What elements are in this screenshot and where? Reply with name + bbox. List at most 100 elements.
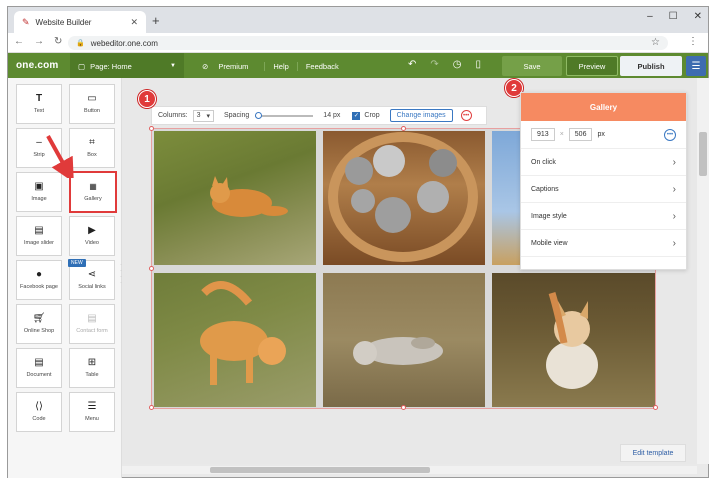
spacing-slider[interactable] xyxy=(255,111,314,119)
undo-icon[interactable]: ↶ xyxy=(408,59,416,70)
widget-gallery[interactable]: ▦ Gallery xyxy=(69,171,117,213)
document-icon: ▤ xyxy=(34,357,44,368)
playing-kitten-photo xyxy=(200,281,286,385)
table-icon: ⊞ xyxy=(87,357,97,368)
slider-knob[interactable] xyxy=(255,111,263,119)
gallery-settings-panel: Gallery 913 × 506 px ••• On click › Capti… xyxy=(520,92,687,270)
chevron-right-icon: › xyxy=(672,156,676,168)
tab-title: Website Builder xyxy=(35,17,92,27)
url-field[interactable]: 🔒 webeditor.one.com xyxy=(68,36,668,50)
crop-toggle[interactable]: ✓ Crop xyxy=(352,111,380,120)
step-marker-1: 1 xyxy=(138,90,156,108)
size-row: 913 × 506 px ••• xyxy=(521,121,686,149)
chevron-right-icon: › xyxy=(672,210,676,222)
help-link[interactable]: Help xyxy=(265,61,298,71)
resize-handle-l[interactable] xyxy=(149,266,154,271)
facebook-icon: ● xyxy=(35,269,43,280)
reload-icon[interactable]: ↻ xyxy=(54,36,62,47)
browser-tab[interactable]: ✎ Website Builder ✕ xyxy=(14,11,146,33)
maximize-icon[interactable]: ☐ xyxy=(669,11,678,22)
widget-document[interactable]: ▤ Document xyxy=(16,348,62,388)
widget-code[interactable]: ⟨⟩ Code xyxy=(16,392,62,432)
chevron-down-icon: ▾ xyxy=(206,112,210,120)
sitting-kitten-photo xyxy=(546,291,598,389)
columns-select[interactable]: 3 ▾ xyxy=(192,109,214,122)
redo-icon[interactable]: ↷ xyxy=(430,59,438,70)
settings-menu-button[interactable]: ☰ xyxy=(686,56,706,76)
history-icon[interactable]: ◷ xyxy=(453,59,462,70)
captions-row[interactable]: Captions › xyxy=(521,176,686,203)
resize-handle-tl[interactable] xyxy=(149,126,154,131)
gallery-image-1[interactable] xyxy=(154,131,316,265)
code-icon: ⟨⟩ xyxy=(35,401,43,412)
checkbox-icon[interactable]: ✓ xyxy=(352,111,361,120)
mobile-view-row[interactable]: Mobile view › xyxy=(521,230,686,257)
slider-icon: ▤ xyxy=(34,225,44,236)
widget-table[interactable]: ⊞ Table xyxy=(69,348,115,388)
top-menu: ⊘ Premium Help Feedback xyxy=(194,53,347,79)
image-style-row[interactable]: Image style › xyxy=(521,203,686,230)
mobile-view-icon[interactable]: ▯ xyxy=(476,59,482,70)
edit-template-button[interactable]: Edit template xyxy=(620,444,686,462)
box-icon: ⌗ xyxy=(89,137,95,148)
close-window-icon[interactable]: ✕ xyxy=(694,11,702,22)
gallery-image-6[interactable] xyxy=(492,273,655,407)
widget-facebook-page[interactable]: ● Facebook page xyxy=(16,260,62,300)
premium-link[interactable]: ⊘ Premium xyxy=(194,61,266,71)
spacing-value: 14 px xyxy=(323,112,341,119)
widget-text[interactable]: T Text xyxy=(16,84,62,124)
spacing-label: Spacing xyxy=(224,112,250,119)
change-images-button[interactable]: Change images xyxy=(389,109,453,122)
gallery-toolbar: Columns: 3 ▾ Spacing 14 px ✓ Crop Change i… xyxy=(151,106,487,125)
dropdown-icon: ▼ xyxy=(170,63,176,69)
resize-handle-t[interactable] xyxy=(401,126,406,131)
more-options-icon[interactable]: ••• xyxy=(460,110,472,121)
width-field[interactable]: 913 xyxy=(531,128,555,141)
on-click-row[interactable]: On click › xyxy=(521,149,686,176)
save-button[interactable]: Save xyxy=(502,56,562,76)
menu-icon: ☰ xyxy=(87,401,97,412)
gallery-image-4[interactable] xyxy=(154,273,316,407)
nav-buttons: ← → ↻ xyxy=(14,36,62,47)
vertical-scroll-thumb[interactable] xyxy=(699,132,707,176)
resize-handle-br[interactable] xyxy=(653,405,658,410)
chevron-right-icon: › xyxy=(672,237,676,249)
forward-icon[interactable]: → xyxy=(34,36,44,47)
drag-arrow-icon xyxy=(46,135,74,178)
kittens-in-basket-photo xyxy=(328,132,478,262)
more-options-icon[interactable]: ••• xyxy=(664,128,676,141)
cart-icon: 🛒︎ xyxy=(32,313,46,324)
widget-menu[interactable]: ☰ Menu xyxy=(69,392,115,432)
app-toolbar: one.com ▢ Page: Home ▼ ⊘ Premium Help Fe… xyxy=(8,53,708,79)
close-tab-icon[interactable]: ✕ xyxy=(130,17,138,28)
rolling-kitten-photo xyxy=(353,337,443,365)
widget-video[interactable]: ▶ Video xyxy=(69,216,115,256)
widget-button[interactable]: ▭ Button xyxy=(69,84,115,124)
horizontal-scroll-thumb[interactable] xyxy=(210,467,430,473)
feedback-link[interactable]: Feedback xyxy=(298,62,347,71)
gallery-image-5[interactable] xyxy=(323,273,485,407)
new-tab-icon[interactable]: + xyxy=(152,14,160,27)
height-field[interactable]: 506 xyxy=(568,128,593,141)
widget-online-shop[interactable]: 🛒︎ Online Shop xyxy=(16,304,62,344)
text-icon: T xyxy=(35,93,43,104)
browser-menu-icon[interactable]: ⋮ xyxy=(688,36,698,47)
resize-handle-bl[interactable] xyxy=(149,405,154,410)
widget-image-slider[interactable]: ▤ Image slider xyxy=(16,216,62,256)
bookmark-star-icon[interactable]: ☆ xyxy=(651,37,660,48)
page-selector[interactable]: ▢ Page: Home ▼ xyxy=(70,53,184,79)
minimize-icon[interactable]: – xyxy=(647,11,653,22)
times-icon: × xyxy=(559,131,564,138)
widget-box[interactable]: ⌗ Box xyxy=(69,128,115,168)
widget-contact-form[interactable]: ▤ Contact form xyxy=(69,304,115,344)
resize-handle-b[interactable] xyxy=(401,405,406,410)
preview-button[interactable]: Preview xyxy=(566,56,618,76)
gallery-image-2[interactable] xyxy=(323,131,485,265)
image-icon: ▣ xyxy=(34,181,44,192)
widget-image[interactable]: ▣ Image xyxy=(16,172,62,212)
share-icon: ⋖ xyxy=(87,269,97,280)
publish-button[interactable]: Publish xyxy=(620,56,682,76)
drag-handle-icon[interactable]: · · · · xyxy=(120,262,126,286)
columns-label: Columns: xyxy=(158,112,188,119)
back-icon[interactable]: ← xyxy=(14,36,24,47)
